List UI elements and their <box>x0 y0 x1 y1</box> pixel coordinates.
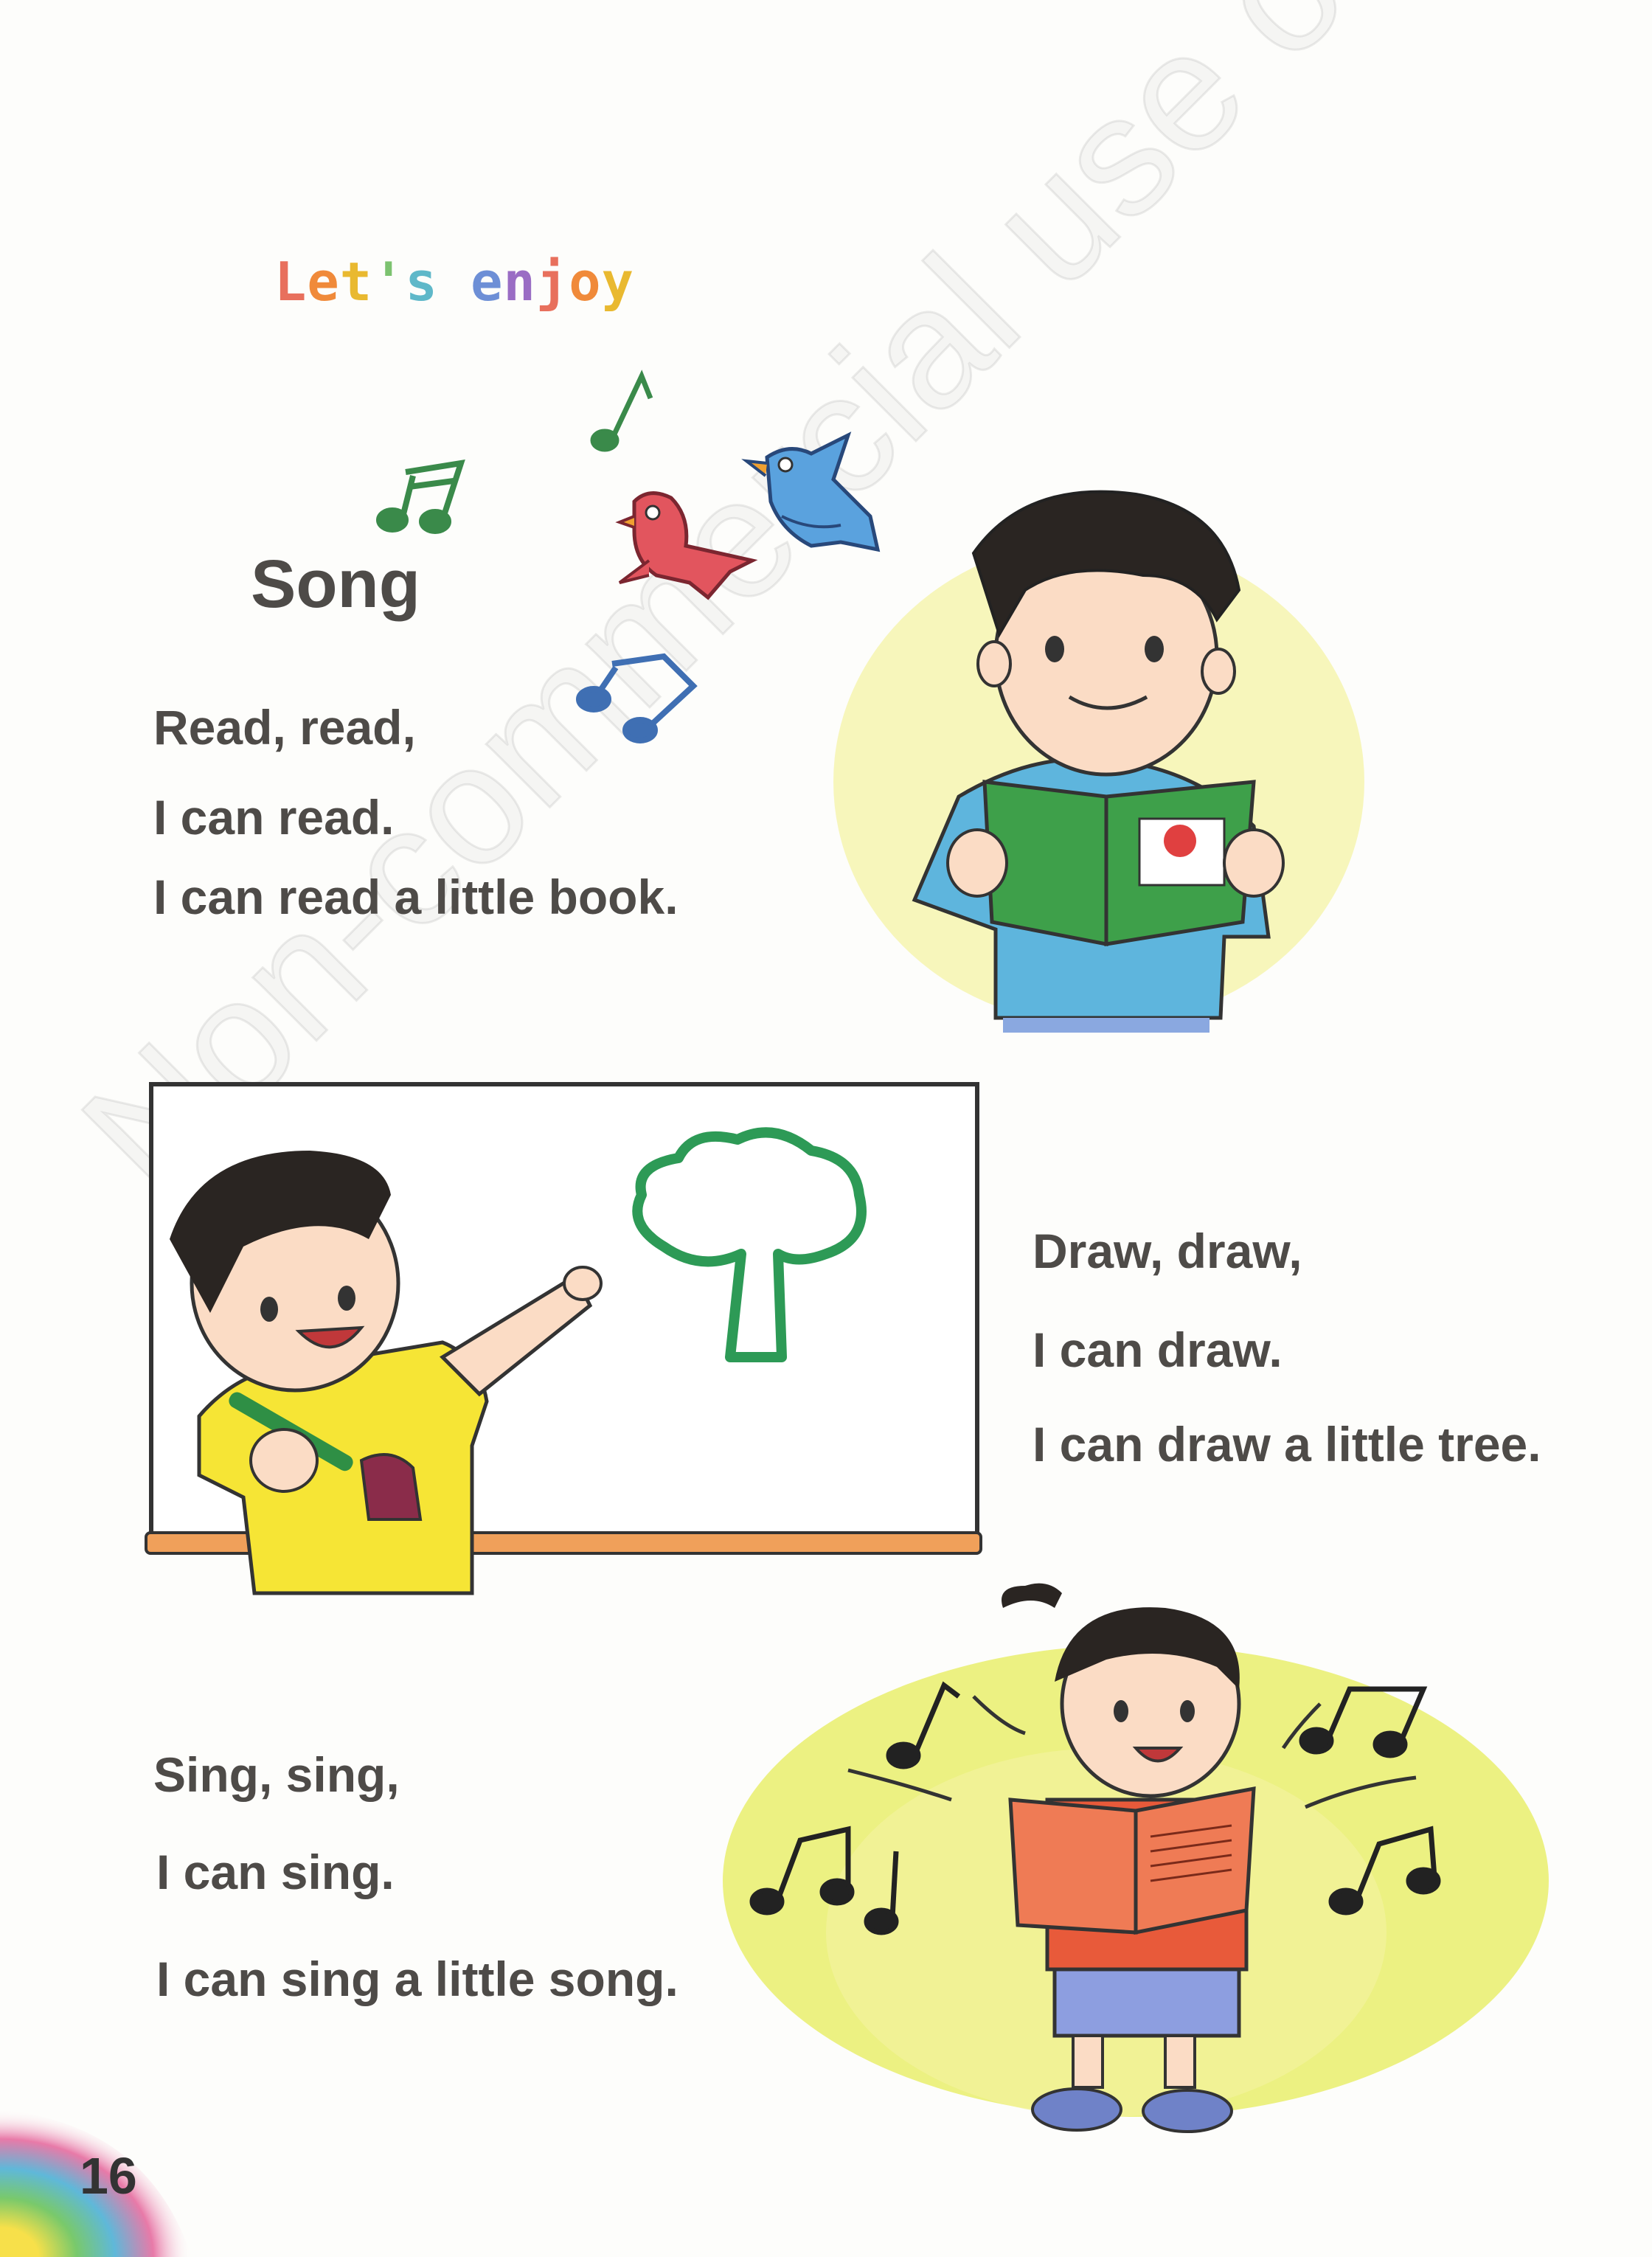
verse3-line1: Sing, sing, <box>153 1747 400 1802</box>
page-number: 16 <box>80 2147 137 2205</box>
verse3-line2: I can sing. <box>156 1845 395 1899</box>
note-icon <box>889 1851 899 1918</box>
verse3-line3: I can sing a little song. <box>156 1952 678 2006</box>
girl-singing-illustration <box>723 1583 1549 2133</box>
